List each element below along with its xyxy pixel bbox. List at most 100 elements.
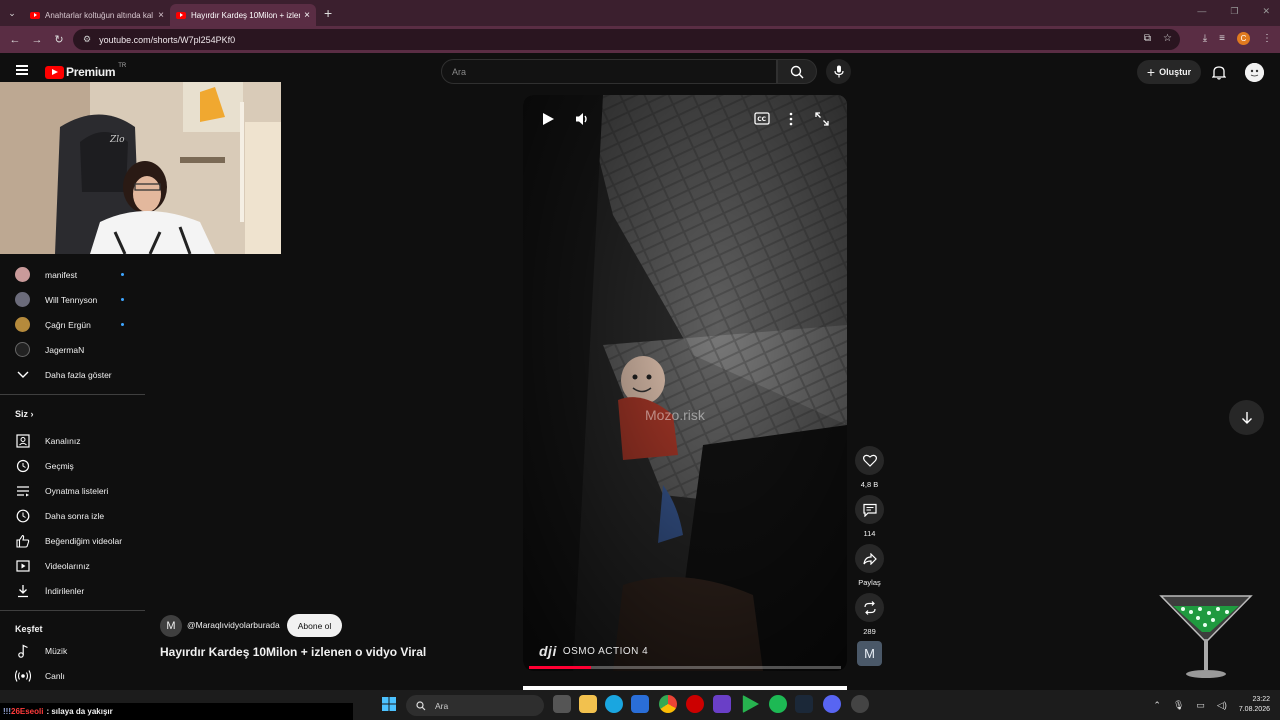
url-text: youtube.com/shorts/W7pl254PKf0 bbox=[99, 34, 236, 45]
app-icon[interactable] bbox=[851, 695, 869, 713]
video-watermark: Mozo.risk bbox=[645, 407, 705, 423]
search-icon bbox=[416, 700, 426, 710]
browser-tab-active[interactable]: Hayırdır Kardeş 10Milon + izlen × bbox=[170, 4, 316, 26]
sidebar-item-live[interactable]: Canlı bbox=[0, 663, 145, 688]
sidebar-item-playlists[interactable]: Oynatma listeleri bbox=[0, 478, 145, 503]
comments-action[interactable]: 114 bbox=[855, 495, 884, 538]
clapperboard-icon[interactable] bbox=[713, 695, 731, 713]
restore-icon[interactable]: ❐ bbox=[1230, 6, 1238, 17]
heart-icon bbox=[862, 454, 877, 467]
taskbar-search[interactable]: Ara bbox=[406, 695, 544, 716]
channel-avatar[interactable]: M bbox=[160, 615, 182, 637]
microphone-icon[interactable]: 🎙︎ bbox=[1173, 700, 1184, 711]
notifications-bell-icon[interactable] bbox=[1211, 65, 1227, 85]
taskbar-search-label: Ara bbox=[435, 700, 449, 711]
audio-source-thumbnail[interactable]: M bbox=[857, 641, 882, 666]
sidebar-item-liked-videos[interactable]: Beğendiğim videolar bbox=[0, 528, 145, 553]
sidebar-subscription-jagerman[interactable]: JagermaN bbox=[0, 337, 145, 362]
fullscreen-button[interactable] bbox=[815, 112, 829, 131]
sidebar-subscription-will-tennyson[interactable]: Will Tennyson bbox=[0, 287, 145, 312]
sidebar-item-downloads[interactable]: İndirilenler bbox=[0, 578, 145, 603]
voice-search-button[interactable] bbox=[826, 59, 851, 84]
volume-button[interactable] bbox=[575, 112, 590, 131]
svg-text:Zlo: Zlo bbox=[109, 135, 125, 145]
search-button[interactable] bbox=[777, 59, 817, 84]
share-button[interactable] bbox=[855, 544, 884, 573]
steam-icon[interactable] bbox=[795, 695, 813, 713]
app-icon[interactable] bbox=[686, 695, 704, 713]
sidebar-item-watch-later[interactable]: Daha sonra izle bbox=[0, 503, 145, 528]
media-control-icon[interactable]: ≡ bbox=[1219, 33, 1225, 44]
bookmark-star-icon[interactable]: ☆ bbox=[1163, 33, 1172, 44]
account-avatar[interactable] bbox=[1245, 63, 1264, 82]
share-icon bbox=[862, 552, 877, 565]
browser-tab[interactable]: Anahtarlar koltuğun altında kal × bbox=[24, 4, 170, 26]
subscribe-button[interactable]: Abone ol bbox=[287, 614, 342, 637]
minimize-icon[interactable]: — bbox=[1197, 6, 1206, 17]
like-action[interactable]: 4,8 B bbox=[855, 446, 884, 489]
network-icon[interactable]: ▭ bbox=[1196, 700, 1205, 711]
tab-search-icon[interactable]: ⌄ bbox=[0, 8, 24, 19]
sidebar-divider bbox=[0, 610, 145, 611]
forward-icon[interactable]: → bbox=[26, 34, 48, 46]
discord-icon[interactable] bbox=[823, 695, 841, 713]
download-icon[interactable]: ⤓ bbox=[1203, 33, 1207, 44]
remix-icon bbox=[863, 600, 876, 615]
spotify-icon[interactable] bbox=[769, 695, 787, 713]
create-button[interactable]: + Oluştur bbox=[1137, 60, 1201, 84]
address-bar[interactable]: ⚙ youtube.com/shorts/W7pl254PKf0 ⧉ ☆ bbox=[73, 29, 1180, 50]
sidebar-item-your-videos[interactable]: Videolarınız bbox=[0, 553, 145, 578]
captions-button[interactable]: CC bbox=[754, 112, 770, 130]
closed-captions-icon: CC bbox=[754, 112, 770, 125]
show-more-button[interactable]: Daha fazla göster bbox=[0, 362, 145, 387]
profile-avatar[interactable]: C bbox=[1237, 32, 1250, 45]
clock[interactable]: 23:22 7.08.2026 bbox=[1239, 695, 1270, 715]
windows-start-icon[interactable] bbox=[380, 695, 398, 713]
remix-button[interactable] bbox=[855, 593, 884, 622]
sidebar-subscription-manifest[interactable]: manifest bbox=[0, 262, 145, 287]
task-view-icon[interactable] bbox=[553, 695, 571, 713]
next-short-button[interactable] bbox=[1229, 400, 1264, 435]
sidebar-subscription-cagri-ergun[interactable]: Çağrı Ergün bbox=[0, 312, 145, 337]
new-tab-button[interactable]: + bbox=[324, 5, 332, 21]
site-info-icon[interactable]: ⚙ bbox=[83, 34, 91, 45]
video-progress-bar[interactable] bbox=[529, 666, 841, 669]
sidebar-item-your-channel[interactable]: Kanalınız bbox=[0, 428, 145, 453]
youtube-logo[interactable]: Premium TR bbox=[45, 63, 126, 79]
remix-count: 289 bbox=[863, 627, 876, 636]
search-input[interactable]: Ara bbox=[441, 59, 777, 84]
close-tab-icon[interactable]: × bbox=[158, 10, 164, 21]
back-icon[interactable]: ← bbox=[4, 34, 26, 46]
reload-icon[interactable]: ↻ bbox=[48, 33, 70, 46]
play-button[interactable] bbox=[541, 112, 555, 131]
channel-icon bbox=[15, 433, 31, 449]
remix-action[interactable]: 289 bbox=[855, 593, 884, 636]
outlook-icon[interactable] bbox=[631, 695, 649, 713]
sidebar-item-label: Canlı bbox=[45, 670, 65, 681]
share-action[interactable]: Paylaş bbox=[855, 544, 884, 587]
close-tab-icon[interactable]: × bbox=[304, 10, 310, 21]
channel-handle[interactable]: @Maraqlıvidyolarburada bbox=[187, 620, 280, 630]
file-explorer-icon[interactable] bbox=[579, 695, 597, 713]
sidebar-item-label: Çağrı Ergün bbox=[45, 319, 91, 330]
sidebar-item-music[interactable]: Müzik bbox=[0, 638, 145, 663]
close-window-icon[interactable]: ✕ bbox=[1262, 6, 1270, 17]
menu-kebab-icon[interactable]: ⋮ bbox=[1262, 33, 1272, 44]
like-button[interactable] bbox=[855, 446, 884, 475]
player-icon[interactable] bbox=[742, 695, 759, 713]
sidebar-item-label: Daha sonra izle bbox=[45, 510, 105, 521]
camera-brand-overlay: dji OSMO ACTION 4 bbox=[539, 643, 648, 659]
play-icon bbox=[543, 113, 554, 125]
volume-icon[interactable]: ◁) bbox=[1217, 700, 1227, 711]
more-options-button[interactable] bbox=[788, 112, 794, 131]
comments-button[interactable] bbox=[855, 495, 884, 524]
sidebar-item-label: Videolarınız bbox=[45, 560, 90, 571]
cast-icon[interactable]: ⧉ bbox=[1144, 33, 1151, 44]
edge-icon[interactable] bbox=[605, 695, 623, 713]
sidebar-item-history[interactable]: Geçmiş bbox=[0, 453, 145, 478]
chrome-icon[interactable] bbox=[659, 695, 677, 713]
you-section-heading[interactable]: Siz › bbox=[15, 409, 34, 419]
hamburger-menu-icon[interactable] bbox=[16, 65, 28, 75]
chevron-up-icon[interactable]: ⌃ bbox=[1153, 700, 1161, 711]
short-video-player[interactable]: Mozo.risk CC dji OSMO ACTION 4 bbox=[523, 95, 847, 671]
